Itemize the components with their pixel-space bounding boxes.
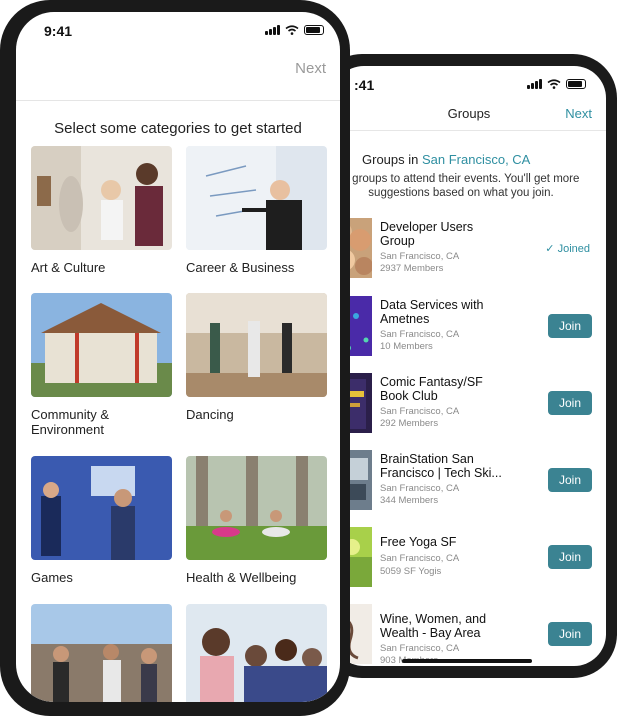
divider bbox=[332, 130, 606, 131]
status-bar: :41 bbox=[332, 66, 606, 100]
group-members: 344 Members bbox=[380, 495, 439, 506]
group-row[interactable]: Data Services with Ametnes San Francisco… bbox=[332, 296, 606, 358]
signal-icon bbox=[527, 79, 542, 89]
category-tile[interactable] bbox=[186, 604, 327, 702]
category-tile-dancing[interactable]: Dancing bbox=[186, 293, 327, 422]
wifi-icon bbox=[285, 25, 299, 35]
group-name: Developer Users Group bbox=[380, 220, 474, 248]
group-name: Comic Fantasy/SF Book Club bbox=[380, 375, 483, 403]
group-location: San Francisco, CA bbox=[380, 643, 460, 654]
group-location: San Francisco, CA bbox=[380, 406, 460, 417]
category-label: Dancing bbox=[186, 407, 234, 422]
group-members: 5059 SF Yogis bbox=[380, 566, 442, 577]
category-label: Community & Environment bbox=[31, 407, 110, 437]
category-tile-health-wellbeing[interactable]: Health & Wellbeing bbox=[186, 456, 327, 585]
battery-icon bbox=[566, 79, 586, 89]
group-row[interactable]: Comic Fantasy/SF Book Club San Francisco… bbox=[332, 373, 606, 435]
status-bar: 9:41 bbox=[16, 12, 340, 46]
category-image bbox=[186, 293, 327, 397]
page-heading: Select some categories to get started bbox=[54, 120, 302, 137]
category-image bbox=[186, 456, 327, 560]
category-image bbox=[31, 456, 172, 560]
group-members: 10 Members bbox=[380, 341, 433, 352]
next-button[interactable]: Next bbox=[565, 106, 592, 121]
category-tile-games[interactable]: Games bbox=[31, 456, 172, 585]
join-button[interactable]: Join bbox=[548, 622, 592, 646]
category-label: Health & Wellbeing bbox=[186, 570, 297, 585]
home-indicator[interactable] bbox=[402, 659, 532, 663]
group-row[interactable]: Developer Users Group San Francisco, CA … bbox=[332, 218, 606, 280]
group-row[interactable]: Wine, Women, and Wealth - Bay Area San F… bbox=[332, 604, 606, 666]
group-name: Data Services with Ametnes bbox=[380, 298, 484, 326]
group-location: San Francisco, CA bbox=[380, 329, 460, 340]
group-name: Wine, Women, and Wealth - Bay Area bbox=[380, 612, 487, 640]
group-members: 2937 Members bbox=[380, 263, 444, 274]
join-button[interactable]: Join bbox=[548, 468, 592, 492]
category-image bbox=[186, 146, 327, 250]
category-tile-career-business[interactable]: Career & Business bbox=[186, 146, 327, 275]
status-time: 9:41 bbox=[44, 23, 73, 39]
group-location: San Francisco, CA bbox=[380, 251, 460, 262]
wifi-icon bbox=[547, 79, 561, 89]
group-location: San Francisco, CA bbox=[380, 483, 460, 494]
category-label: Career & Business bbox=[186, 260, 295, 275]
signal-icon bbox=[265, 25, 280, 35]
category-image bbox=[31, 604, 172, 702]
group-location: San Francisco, CA bbox=[380, 553, 460, 564]
category-image bbox=[31, 293, 172, 397]
category-label: Games bbox=[31, 570, 73, 585]
groups-location-heading: Groups in San Francisco, CA bbox=[362, 152, 531, 167]
join-button[interactable]: Join bbox=[548, 391, 592, 415]
city-link[interactable]: San Francisco, CA bbox=[422, 152, 530, 167]
join-button[interactable]: Join bbox=[548, 545, 592, 569]
group-name: BrainStation San Francisco | Tech Ski... bbox=[380, 452, 502, 480]
intro-text: n groups to attend their events. You'll … bbox=[342, 173, 580, 199]
joined-status[interactable]: ✓ Joined bbox=[545, 242, 590, 255]
category-tile-community-environment[interactable]: Community & Environment bbox=[31, 293, 172, 437]
category-image bbox=[31, 146, 172, 250]
categories-phone: 9:41 Next Select some categories to get … bbox=[0, 0, 350, 716]
group-row[interactable]: Free Yoga SF San Francisco, CA 5059 SF Y… bbox=[332, 527, 606, 589]
check-icon: ✓ bbox=[545, 243, 558, 255]
divider bbox=[16, 100, 340, 101]
join-button[interactable]: Join bbox=[548, 314, 592, 338]
category-label: Art & Culture bbox=[31, 260, 106, 275]
category-tile[interactable] bbox=[31, 604, 172, 702]
groups-phone: :41 Groups Next Groups in San Francisco,… bbox=[318, 54, 617, 678]
group-row[interactable]: BrainStation San Francisco | Tech Ski...… bbox=[332, 450, 606, 512]
category-image bbox=[186, 604, 327, 702]
group-name: Free Yoga SF bbox=[380, 535, 457, 549]
groups-screen: :41 Groups Next Groups in San Francisco,… bbox=[332, 66, 606, 666]
next-button[interactable]: Next bbox=[295, 60, 326, 77]
categories-screen: 9:41 Next Select some categories to get … bbox=[16, 12, 340, 702]
battery-icon bbox=[304, 25, 324, 35]
category-tile-art-culture[interactable]: Art & Culture bbox=[31, 146, 172, 275]
status-time: :41 bbox=[354, 77, 375, 93]
group-members: 292 Members bbox=[380, 418, 439, 429]
